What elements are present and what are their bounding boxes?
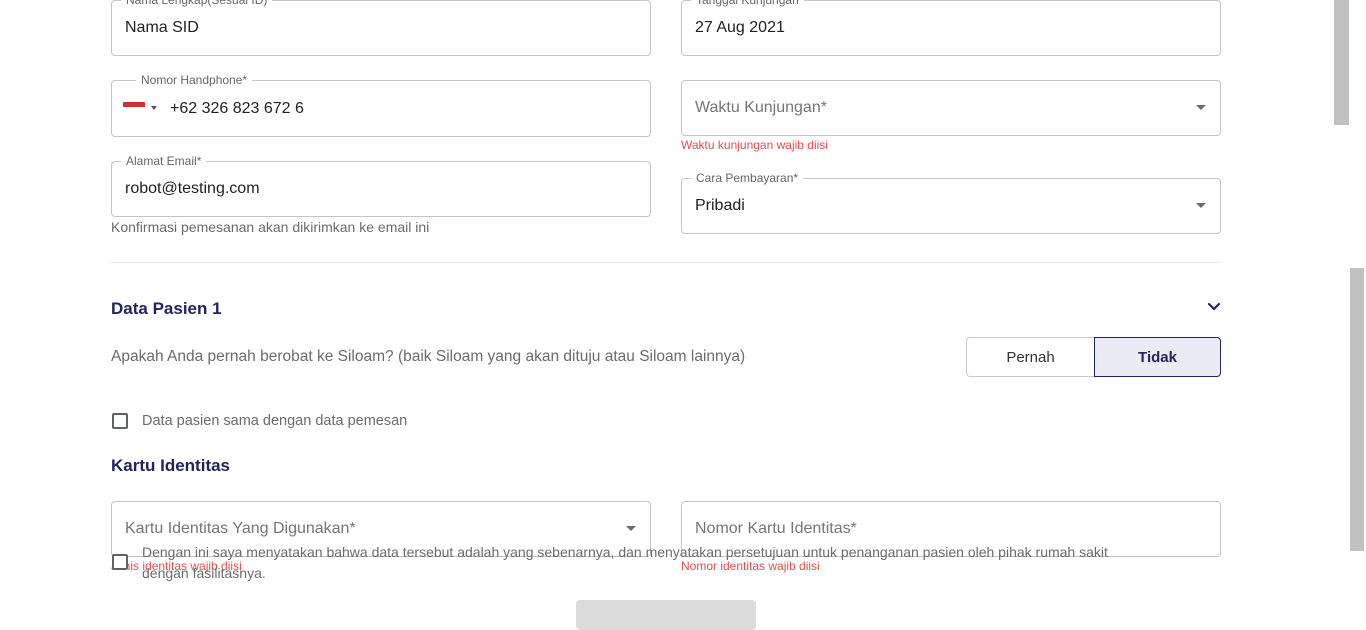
visit-time-error: Waktu kunjungan wajib diisi <box>681 138 828 152</box>
patient-section-title: Data Pasien 1 <box>111 299 222 318</box>
card-number-error: Nomor identitas wajib diisi <box>681 559 820 573</box>
previous-visit-question: Apakah Anda pernah berobat ke Siloam? (b… <box>111 348 746 365</box>
email-field[interactable]: Alamat Email* robot@testing.com <box>111 153 651 217</box>
payment-select[interactable]: Cara Pembayaran* Pribadi <box>681 170 1221 234</box>
identity-section-title: Kartu Identitas <box>111 456 231 475</box>
email-helper: Konfirmasi pemesanan akan dikirimkan ke … <box>111 219 430 235</box>
section-divider <box>111 262 1221 263</box>
full-name-value: Nama SID <box>125 19 199 36</box>
visit-time-placeholder: Waktu Kunjungan* <box>695 99 827 116</box>
visit-date-field[interactable]: Tanggal Kunjungan 27 Aug 2021 <box>681 0 1221 56</box>
full-name-field[interactable]: Nama Lengkap(Sesuai ID) Nama SID <box>111 0 651 56</box>
payment-value: Pribadi <box>695 197 745 214</box>
same-as-booker-label: Data pasien sama dengan data pemesan <box>142 413 408 429</box>
submit-button[interactable] <box>576 600 756 630</box>
scrollbar-thumb-upper[interactable] <box>1334 0 1349 125</box>
scrollbar-track[interactable] <box>1332 0 1366 613</box>
visit-time-select[interactable]: Waktu Kunjungan* <box>681 80 1221 136</box>
consent-text-line1: Dengan ini saya menyatakan bahwa data te… <box>142 544 1108 560</box>
phone-value: +62 326 823 672 6 <box>170 99 304 117</box>
email-value: robot@testing.com <box>125 180 260 197</box>
consent-checkbox[interactable] <box>112 554 128 570</box>
phone-field[interactable]: Nomor Handphone* +62 326 823 672 6 <box>111 72 651 137</box>
consent-text-line2: dengan fasilitasnya. <box>142 565 266 581</box>
option-pernah-button[interactable]: Pernah <box>966 337 1094 377</box>
option-tidak-button[interactable]: Tidak <box>1094 337 1221 377</box>
chevron-down-icon <box>151 106 157 110</box>
dropdown-arrow-icon <box>626 526 636 531</box>
country-selector[interactable] <box>123 102 163 116</box>
visit-date-value: 27 Aug 2021 <box>695 19 785 36</box>
dropdown-arrow-icon <box>1196 203 1206 208</box>
collapse-chevron-icon[interactable] <box>1207 300 1221 314</box>
same-as-booker-checkbox[interactable] <box>112 413 128 429</box>
indonesia-flag-icon <box>123 102 145 112</box>
scrollbar-thumb-lower[interactable] <box>1350 268 1364 551</box>
dropdown-arrow-icon <box>1196 105 1206 110</box>
